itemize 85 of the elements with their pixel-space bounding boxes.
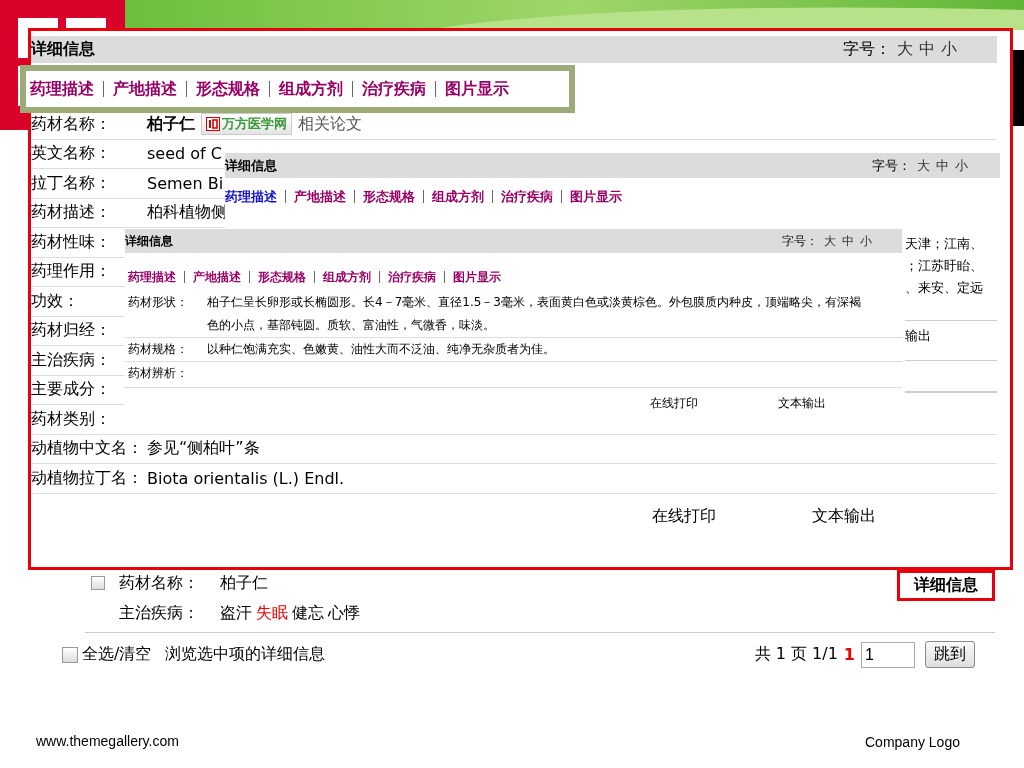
footer-url: www.themegallery.com (36, 733, 179, 749)
font-size-option[interactable]: 小 (860, 232, 872, 250)
field-value: 柏子仁 (147, 113, 195, 135)
badge-text: 万方医学网 (222, 115, 287, 134)
field-label: 药材性味： (31, 231, 111, 251)
action-link[interactable]: 文本输出 (778, 392, 826, 414)
font-size-label: 字号： (872, 156, 911, 175)
tab-link[interactable]: 形态规格 (355, 189, 424, 203)
field-label: 药材描述： (31, 202, 111, 222)
browse-link[interactable]: 浏览选中项的详细信息 (165, 644, 326, 665)
field-label: 药材归经： (31, 320, 111, 340)
field-label: 动植物拉丁名： (31, 467, 143, 487)
related-link[interactable]: 相关论文 (298, 113, 362, 135)
font-size-option[interactable]: 小 (955, 156, 968, 175)
field-value: Semen Bi (147, 173, 224, 193)
panel-title: 详细信息 (31, 39, 95, 60)
field-value: 柏子仁呈长卵形或长椭圆形。长4－7毫米、直径1.5－3毫米，表面黄白色或淡黄棕色。外包膜质内种皮，顶端略尖，有深褐色的小点，基部钝圆。质软、富油性，气微香，味淡。 (207, 295, 861, 332)
tab-link[interactable]: 形态规格 (250, 271, 315, 283)
field-value: 心悸 (328, 602, 360, 624)
tab-link[interactable]: 药理描述 (30, 81, 104, 97)
text-fragment: 输出 (905, 327, 932, 345)
field-value: 健忘 (292, 602, 324, 624)
tab-link[interactable]: 图片显示 (436, 81, 518, 97)
field-label: 药理作用： (31, 261, 111, 281)
action-link[interactable]: 在线打印 (652, 505, 716, 527)
go-button[interactable]: 跳到 (925, 641, 975, 668)
field-label: 英文名称： (31, 143, 111, 163)
tab-link[interactable]: 形态规格 (187, 81, 270, 97)
field-label: 药材辨析： (128, 366, 188, 380)
field-label: 药材名称： (119, 572, 200, 594)
panel-title: 详细信息 (225, 156, 277, 175)
field-label: 主要成分： (31, 379, 111, 399)
field-value: 参见“侧柏叶”条 (147, 438, 260, 460)
page-input[interactable]: 1 (861, 641, 915, 668)
checkbox[interactable] (62, 646, 78, 663)
tab-link[interactable]: 组成方剂 (424, 189, 493, 203)
action-link[interactable]: 文本输出 (812, 505, 876, 527)
field-label: 药材规格： (128, 342, 188, 356)
tab-link[interactable]: 图片显示 (562, 189, 630, 203)
select-all-label[interactable]: 全选/清空 (82, 644, 152, 665)
current-page[interactable]: 1 (843, 645, 855, 664)
logo-icon (206, 117, 220, 132)
tab-link[interactable]: 图片显示 (445, 271, 509, 283)
field-label: 药材名称： (31, 113, 111, 133)
detail-button[interactable]: 详细信息 (897, 570, 995, 601)
font-size-option[interactable]: 小 (941, 39, 957, 60)
tab-link[interactable]: 组成方剂 (270, 81, 353, 97)
checkbox[interactable] (91, 576, 105, 590)
text-fragment: ；江苏盱眙、 (905, 257, 984, 275)
field-label: 药材形状： (128, 295, 188, 309)
tab-link[interactable]: 组成方剂 (315, 271, 380, 283)
tab-link[interactable]: 药理描述 (225, 189, 286, 203)
field-value: Biota orientalis (L.) Endl. (147, 468, 345, 488)
tab-link[interactable]: 治疗疾病 (493, 189, 562, 203)
field-value: 失眠 (256, 602, 288, 624)
tab-link[interactable]: 产地描述 (185, 271, 250, 283)
text-fragment: 天津；江南、 (905, 235, 984, 253)
tab-link[interactable]: 药理描述 (128, 271, 185, 283)
field-value: 柏子仁 (220, 572, 268, 594)
action-link[interactable]: 在线打印 (650, 392, 698, 414)
field-value: 盗汗 (220, 602, 252, 624)
font-size-option[interactable]: 大 (897, 39, 913, 60)
font-size-option[interactable]: 中 (936, 156, 949, 175)
font-size-option[interactable]: 中 (842, 232, 854, 250)
tab-link[interactable]: 治疗疾病 (353, 81, 436, 97)
page-count: 共 1 页 1/1 (754, 644, 838, 665)
field-label: 动植物中文名： (31, 438, 143, 458)
field-value: seed of C (147, 144, 222, 164)
field-label: 主治疾病： (31, 349, 111, 369)
font-size-label: 字号： (782, 232, 818, 250)
field-label: 药材类别： (31, 408, 111, 428)
tab-link[interactable]: 产地描述 (104, 81, 187, 97)
field-label: 功效： (31, 290, 79, 310)
tab-link[interactable]: 治疗疾病 (380, 271, 445, 283)
text-fragment: 、来安、定远 (905, 279, 984, 297)
field-label: 拉丁名称： (31, 172, 111, 192)
font-size-option[interactable]: 大 (917, 156, 930, 175)
font-size-option[interactable]: 大 (824, 232, 836, 250)
footer-logo-text: Company Logo (865, 734, 960, 750)
panel-title: 详细信息 (125, 232, 173, 250)
tab-link[interactable]: 产地描述 (286, 189, 355, 203)
field-label: 主治疾病： (119, 602, 200, 624)
font-size-option[interactable]: 中 (919, 39, 935, 60)
field-value: 以种仁饱满充实、色嫩黄、油性大而不泛油、纯净无杂质者为佳。 (207, 342, 555, 356)
font-size-label: 字号： (843, 39, 891, 60)
